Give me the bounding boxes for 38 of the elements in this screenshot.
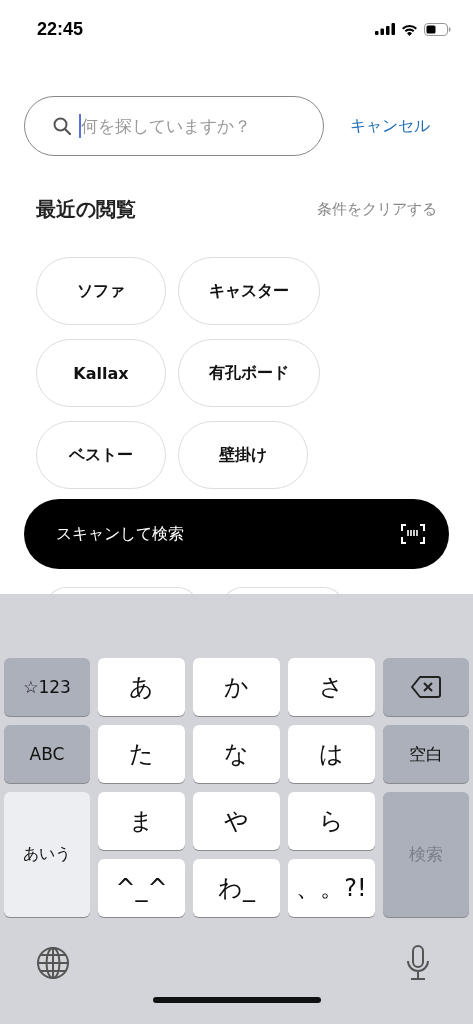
- clear-link[interactable]: 条件をクリアする: [317, 200, 437, 219]
- recent-chip[interactable]: ベストー: [36, 421, 166, 489]
- battery-icon: [424, 22, 451, 36]
- signal-icon: [375, 23, 395, 35]
- keyboard-key[interactable]: あいう: [4, 792, 90, 917]
- recent-chip[interactable]: キャスター: [178, 257, 320, 325]
- cancel-link[interactable]: キャンセル: [350, 115, 430, 137]
- keyboard-key[interactable]: 、。?!: [288, 859, 375, 917]
- section-title: 最近の閲覧: [36, 196, 136, 223]
- keyboard-key[interactable]: 空白: [383, 725, 469, 783]
- keyboard-key[interactable]: ☆123: [4, 658, 90, 716]
- recent-chip[interactable]: 壁掛け: [178, 421, 308, 489]
- wifi-icon: [401, 22, 418, 36]
- globe-icon[interactable]: [36, 946, 70, 980]
- search-input[interactable]: 何を探していますか？: [81, 116, 323, 136]
- keyboard-key[interactable]: な: [193, 725, 280, 783]
- keyboard-key[interactable]: は: [288, 725, 375, 783]
- status-time: 22:45: [37, 18, 84, 40]
- keyboard-key[interactable]: か: [193, 658, 280, 716]
- scan-search-button[interactable]: スキャンして検索: [24, 499, 449, 569]
- keyboard-key[interactable]: や: [193, 792, 280, 850]
- search-icon: [53, 117, 71, 135]
- keyboard-key[interactable]: ら: [288, 792, 375, 850]
- backspace-icon: [411, 676, 441, 698]
- recent-chip[interactable]: ソファ: [36, 257, 166, 325]
- keyboard-key[interactable]: わ_: [193, 859, 280, 917]
- recent-chip[interactable]: Kallax: [36, 339, 166, 407]
- delete-key[interactable]: [383, 658, 469, 716]
- keyboard-key[interactable]: ABC: [4, 725, 90, 783]
- recent-chip[interactable]: 有孔ボード: [178, 339, 320, 407]
- keyboard-key[interactable]: あ: [98, 658, 185, 716]
- keyboard-key[interactable]: さ: [288, 658, 375, 716]
- barcode-scan-icon: [401, 524, 425, 544]
- keyboard-key[interactable]: ^_^: [98, 859, 185, 917]
- microphone-icon[interactable]: [405, 945, 431, 981]
- text-cursor: [79, 114, 81, 138]
- keyboard-key[interactable]: ま: [98, 792, 185, 850]
- keyboard-key[interactable]: た: [98, 725, 185, 783]
